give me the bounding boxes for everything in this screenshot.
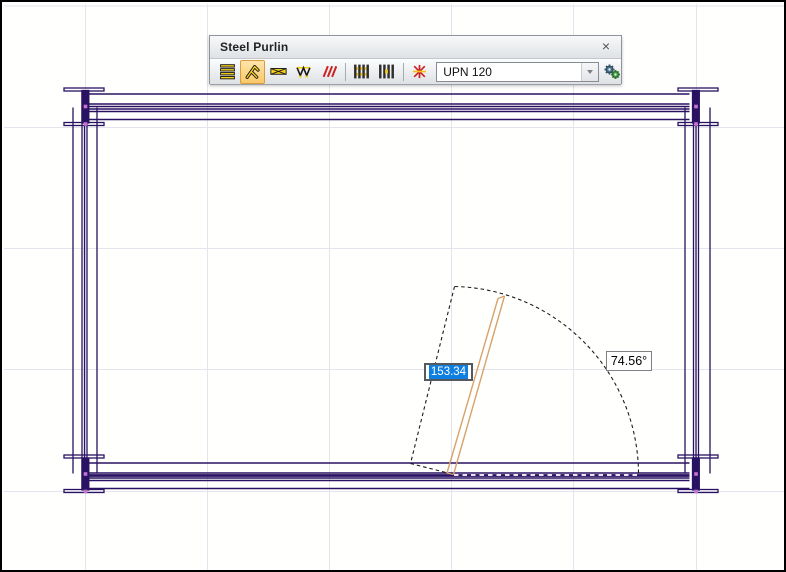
angle-tooltip-text: 74.56°: [611, 354, 647, 368]
straight-purlin-rows-button[interactable]: [215, 60, 239, 84]
purlin-grid-button[interactable]: [349, 60, 373, 84]
length-input-selected-text: 153.34: [429, 365, 468, 379]
braced-purlin-button[interactable]: [266, 60, 290, 84]
profile-dropdown-value: UPN 120: [437, 65, 581, 79]
toolbar-separator: [403, 63, 404, 81]
toolbar-title-bar[interactable]: Steel Purlin ×: [210, 36, 621, 59]
inclined-purlin-button[interactable]: [240, 60, 264, 84]
inclined-purlin-icon: [244, 63, 261, 80]
red-hatch-purlin-button[interactable]: [317, 60, 341, 84]
close-icon[interactable]: ×: [598, 39, 614, 55]
profile-dropdown[interactable]: UPN 120: [436, 62, 599, 82]
purlin-grid-single-icon: [378, 63, 395, 80]
chevron-down-icon: [587, 70, 593, 74]
cad-drawing-canvas[interactable]: [2, 2, 786, 572]
angle-tooltip: 74.56°: [606, 351, 652, 371]
dropdown-arrow-button[interactable]: [581, 63, 598, 81]
toolbar-title: Steel Purlin: [220, 40, 598, 54]
red-hatch-purlin-icon: [320, 63, 337, 80]
purlin-grid-single-button[interactable]: [374, 60, 398, 84]
braced-purlin-icon: [270, 63, 287, 80]
length-input[interactable]: 153.34: [424, 363, 473, 381]
purlin-grid-icon: [353, 63, 370, 80]
toolbar-separator: [345, 63, 346, 81]
zigzag-purlin-button[interactable]: [291, 60, 315, 84]
steel-purlin-toolbar-window: Steel Purlin ×: [209, 35, 622, 84]
grip-points[interactable]: [84, 105, 698, 494]
cad-application-window: Steel Purlin ×: [0, 0, 786, 572]
settings-button[interactable]: [603, 62, 621, 82]
straight-purlin-rows-icon: [219, 63, 236, 80]
steel-frame-plan: [64, 88, 718, 493]
grid-lines: [4, 4, 786, 572]
purlin-preview[interactable]: [447, 296, 505, 475]
toolbar-button-row: UPN 120: [210, 59, 621, 85]
delete-purlins-icon: [411, 63, 428, 80]
column-symbol-bottom-right: [678, 455, 718, 493]
gears-icon: [603, 63, 621, 80]
delete-purlins-button[interactable]: [407, 60, 431, 84]
zigzag-purlin-icon: [295, 63, 312, 80]
